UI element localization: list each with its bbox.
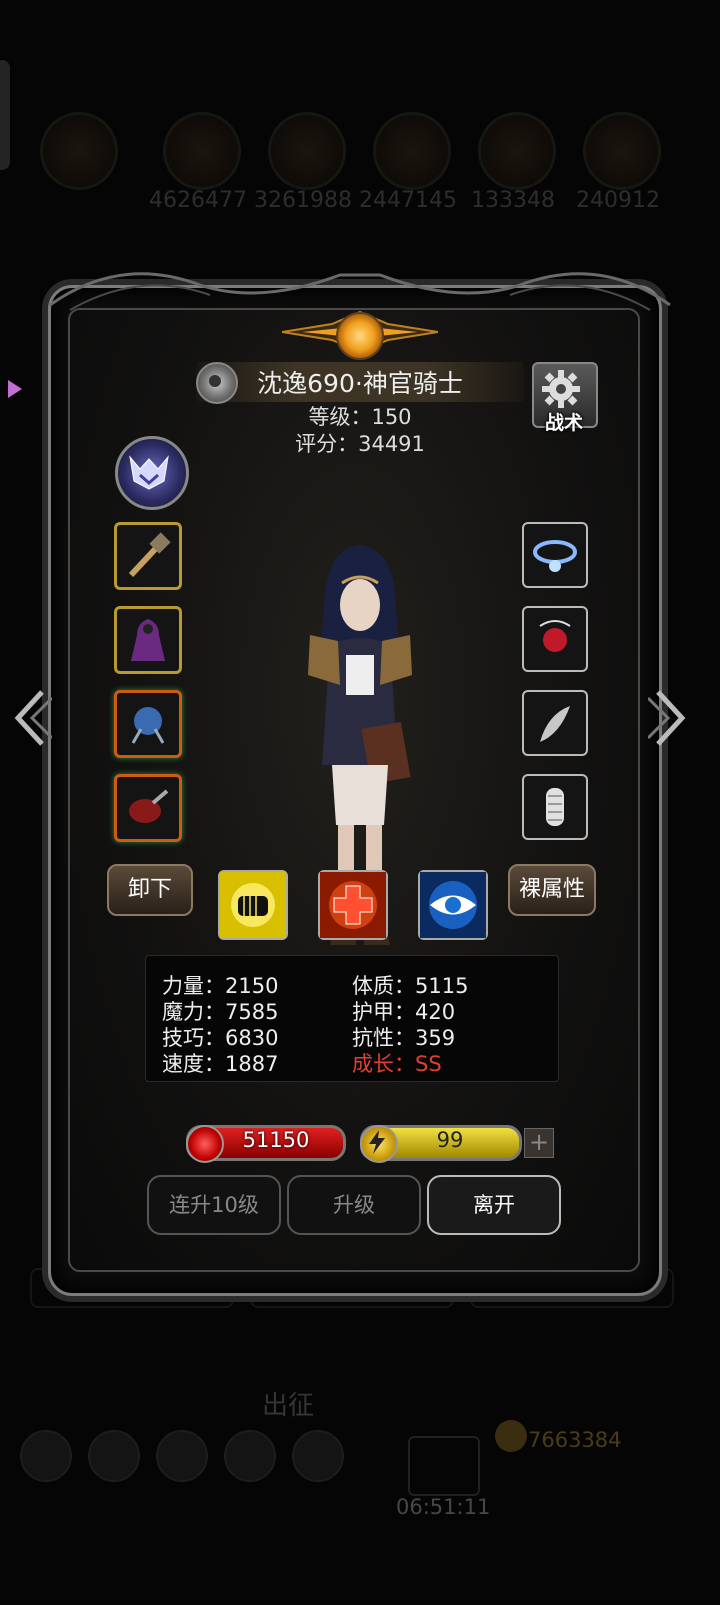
- red-relic-icon: [129, 789, 169, 823]
- bg-avatar: [40, 112, 118, 190]
- skill-slot-heal[interactable]: [318, 870, 388, 940]
- bg-menu-icon: [224, 1430, 276, 1482]
- equip-slot-armor[interactable]: [114, 606, 182, 674]
- ruby-amulet-icon: [539, 620, 571, 652]
- hero-name: 沈逸690·神官骑士: [257, 369, 463, 398]
- chainmail-icon: [546, 788, 564, 826]
- bg-score: 240912: [576, 188, 660, 213]
- bg-score: 3261988: [254, 188, 352, 213]
- eye-icon: [420, 872, 486, 938]
- fist-icon: [220, 872, 286, 938]
- bg-avatar: [163, 112, 241, 190]
- blue-gem-icon: [131, 707, 165, 744]
- ornate-frame-top: [49, 272, 671, 311]
- heal-cross-icon: [320, 872, 386, 938]
- hero-level: 等级：150: [308, 405, 412, 429]
- leave-button[interactable]: 离开: [427, 1175, 561, 1235]
- skill-slot-eye[interactable]: [418, 870, 488, 940]
- gear-icon: [542, 370, 580, 408]
- add-energy-button[interactable]: +: [524, 1128, 554, 1158]
- bg-score: 4626477: [149, 188, 247, 213]
- bg-timer: 06:51:11: [396, 1495, 491, 1519]
- bg-avatar: [583, 112, 661, 190]
- bg-avatar: [268, 112, 346, 190]
- bg-deploy-label: 出征: [262, 1391, 315, 1421]
- bg-coin-icon: [495, 1420, 527, 1452]
- bg-score: 133348: [471, 188, 555, 213]
- equip-slot-ring[interactable]: [522, 522, 588, 588]
- equip-slot-amulet[interactable]: [522, 606, 588, 672]
- level-up-10-button[interactable]: 连升10级: [147, 1175, 281, 1235]
- class-emblem-icon[interactable]: [115, 436, 189, 510]
- equip-slot-accessory-2[interactable]: [114, 774, 182, 842]
- equip-slot-weapon[interactable]: [114, 522, 182, 590]
- hero-score: 评分：34491: [295, 432, 425, 456]
- crest-gem-icon: [336, 312, 384, 360]
- bg-chest-icon: [408, 1436, 480, 1496]
- bg-avatar: [478, 112, 556, 190]
- equip-slot-glove[interactable]: [522, 774, 588, 840]
- ice-ring-icon: [533, 540, 577, 572]
- background-team-row: 4626477 3261988 2447145 133348 240912: [0, 100, 720, 220]
- bg-menu-icon: [88, 1430, 140, 1482]
- stat-growth: 成长：SS: [352, 1052, 442, 1076]
- background-pointer-icon: [8, 380, 22, 398]
- energy-value: 99: [436, 1128, 464, 1152]
- bg-score: 2447145: [359, 188, 457, 213]
- feather-icon: [540, 706, 570, 742]
- stat-speed: 速度：1887: [162, 1052, 279, 1076]
- skill-slot-fist[interactable]: [218, 870, 288, 940]
- bg-menu-icon: [156, 1430, 208, 1482]
- prev-hero-arrow-icon[interactable]: [12, 688, 52, 748]
- level-up-button[interactable]: 升级: [287, 1175, 421, 1235]
- bg-menu-icon: [20, 1430, 72, 1482]
- bg-menu-icons: [20, 1430, 380, 1486]
- hp-value: 51150: [242, 1128, 310, 1152]
- equip-slot-charm[interactable]: [522, 690, 588, 756]
- bg-avatar: [373, 112, 451, 190]
- robe-icon: [131, 619, 165, 661]
- tactics-label: 战术: [544, 412, 583, 434]
- next-hero-arrow-icon[interactable]: [648, 688, 688, 748]
- base-attributes-button[interactable]: 裸属性: [508, 864, 596, 916]
- horned-emblem-icon: [129, 455, 169, 490]
- unequip-button[interactable]: 卸下: [107, 864, 193, 916]
- mace-icon: [128, 532, 171, 578]
- bg-gold-value: 7663384: [528, 1428, 622, 1452]
- bg-menu-icon: [292, 1430, 344, 1482]
- equip-slot-accessory-1[interactable]: [114, 690, 182, 758]
